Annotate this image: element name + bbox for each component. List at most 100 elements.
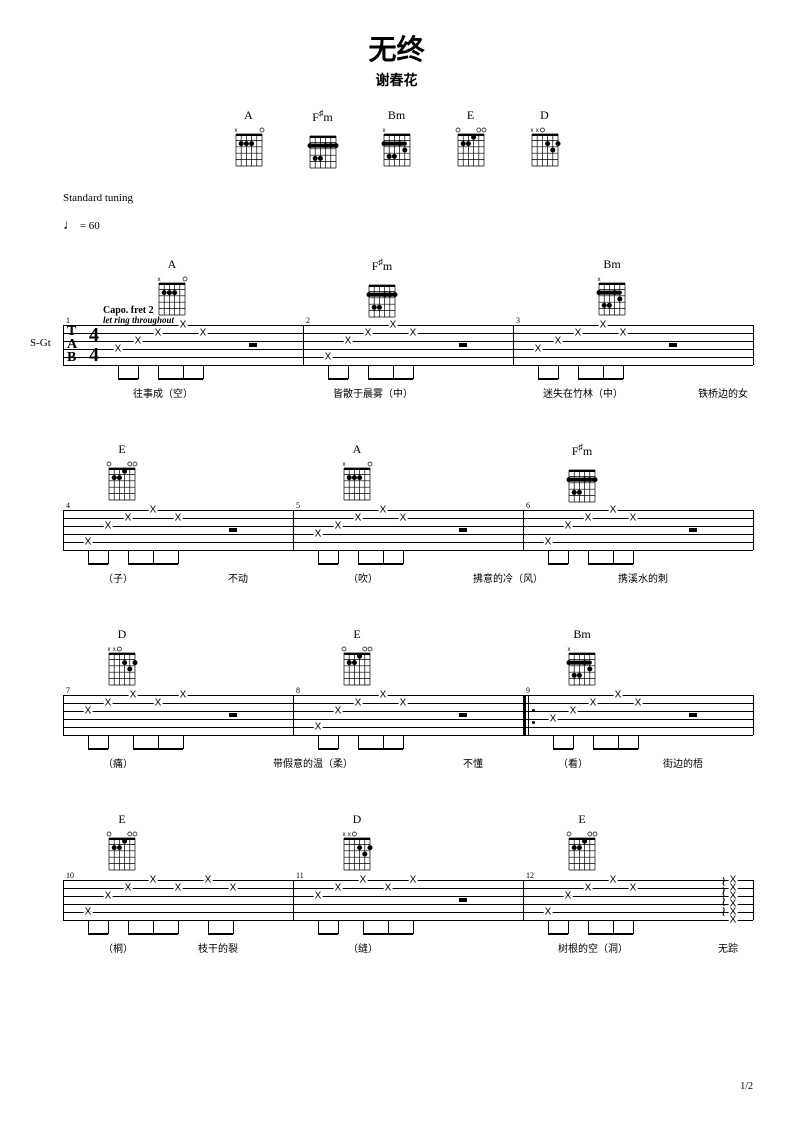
tab-system: AxF♯mBmxCapo. fret 2let ring throughoutS… — [63, 325, 753, 365]
tab-note: X — [599, 320, 608, 331]
tab-note: X — [314, 529, 323, 540]
chord-name: F♯m — [372, 257, 393, 274]
tab-note: X — [384, 883, 393, 894]
tab-note: X — [609, 875, 618, 886]
chord-name: E — [467, 108, 474, 123]
tab-note: X — [334, 521, 343, 532]
chord-name: E — [578, 812, 585, 827]
svg-text:x: x — [348, 832, 351, 838]
tab-note: X — [379, 690, 388, 701]
tempo-marking: ♩ = 60 — [63, 218, 100, 234]
tab-note: X — [589, 698, 598, 709]
bar-number: 6 — [526, 501, 530, 510]
tab-note: X — [399, 698, 408, 709]
tab-note: X — [84, 706, 93, 717]
tab-note: X — [354, 698, 363, 709]
tab-note: X — [104, 521, 113, 532]
bar-number: 5 — [296, 501, 300, 510]
tab-note: X — [354, 513, 363, 524]
chord-name: Bm — [603, 257, 620, 272]
chord-diagram: E — [452, 108, 490, 174]
lyric: （桐） — [103, 940, 133, 955]
tab-note: X — [134, 336, 143, 347]
svg-text:x: x — [108, 647, 111, 653]
svg-text:x: x — [598, 277, 601, 283]
chord-name: D — [118, 627, 127, 642]
bar-number: 1 — [66, 316, 70, 325]
chord-diagram: Ax — [153, 257, 191, 321]
tab-staff: 123XXXXXXXXXXXXXXX — [63, 325, 753, 365]
tab-note: X — [399, 513, 408, 524]
rest — [689, 713, 697, 717]
bar-number: 11 — [296, 871, 304, 880]
tab-note: X — [614, 690, 623, 701]
tab-note: X — [379, 505, 388, 516]
lyric: 携溪水的刺 — [618, 570, 668, 585]
chord-diagram: E — [338, 627, 376, 691]
chord-diagram: E — [103, 442, 141, 506]
tab-note: X — [334, 706, 343, 717]
tuning-label: Standard tuning — [63, 192, 133, 204]
lyric: 皆散于晨雾（中） — [333, 385, 413, 400]
lyric: （吹） — [348, 570, 378, 585]
rest — [459, 343, 467, 347]
svg-text:x: x — [382, 128, 385, 134]
tab-note: X — [409, 875, 418, 886]
song-title: 无终 — [0, 0, 793, 68]
arpeggio-icon: ≀≀≀≀ — [721, 878, 726, 918]
tab-note: X — [569, 706, 578, 717]
lyric: 不懂 — [463, 755, 483, 770]
svg-text:x: x — [343, 462, 346, 468]
let-ring-label: let ring throughout — [103, 315, 174, 325]
tab-note: X — [174, 883, 183, 894]
svg-text:x: x — [530, 128, 533, 134]
tab-note: X — [149, 505, 158, 516]
rest — [459, 528, 467, 532]
tab-note: X — [389, 320, 398, 331]
tab-note: X — [104, 891, 113, 902]
chord-name: Bm — [388, 108, 405, 123]
chord-name: A — [244, 108, 253, 123]
lyric: 无踪 — [718, 940, 738, 955]
tab-note: X — [179, 690, 188, 701]
tab-note: X — [314, 891, 323, 902]
chord-name: A — [353, 442, 362, 457]
chord-name: A — [168, 257, 177, 272]
bar-number: 7 — [66, 686, 70, 695]
tab-note: X — [104, 698, 113, 709]
tab-note: X — [154, 328, 163, 339]
chord-diagram: Ax — [230, 108, 268, 174]
chord-name: Bm — [573, 627, 590, 642]
bar-number: 9 — [526, 686, 530, 695]
rest — [689, 528, 697, 532]
tab-note: X — [609, 505, 618, 516]
page-number: 1/2 — [740, 1081, 753, 1092]
tab-note: X — [629, 513, 638, 524]
tab-note: X — [564, 521, 573, 532]
svg-text:x: x — [113, 647, 116, 653]
tab-note: X — [409, 328, 418, 339]
tab-note: X — [84, 537, 93, 548]
rest — [459, 713, 467, 717]
tab-note: X — [564, 891, 573, 902]
song-artist: 谢春花 — [0, 70, 793, 90]
lyric: 街边的梧 — [663, 755, 703, 770]
tab-note: X — [324, 352, 333, 363]
rest — [249, 343, 257, 347]
chord-diagram: E — [563, 812, 601, 876]
tab-note: X — [314, 722, 323, 733]
chord-name: D — [540, 108, 549, 123]
svg-text:x: x — [234, 128, 237, 134]
rest — [229, 713, 237, 717]
chord-name: E — [118, 442, 125, 457]
tab-note: X — [174, 513, 183, 524]
chord-name: F♯m — [572, 442, 593, 459]
rest — [669, 343, 677, 347]
chord-diagram: Dxx — [103, 627, 141, 691]
tab-note: X — [544, 907, 553, 918]
bar-number: 10 — [66, 871, 74, 880]
bar-number: 4 — [66, 501, 70, 510]
tab-staff: 101112XXXXXXXXXXXXXXXXX≀≀≀≀XXXXXX — [63, 880, 753, 920]
lyric: 树根的空（洞） — [558, 940, 628, 955]
chord-diagram: E — [103, 812, 141, 876]
